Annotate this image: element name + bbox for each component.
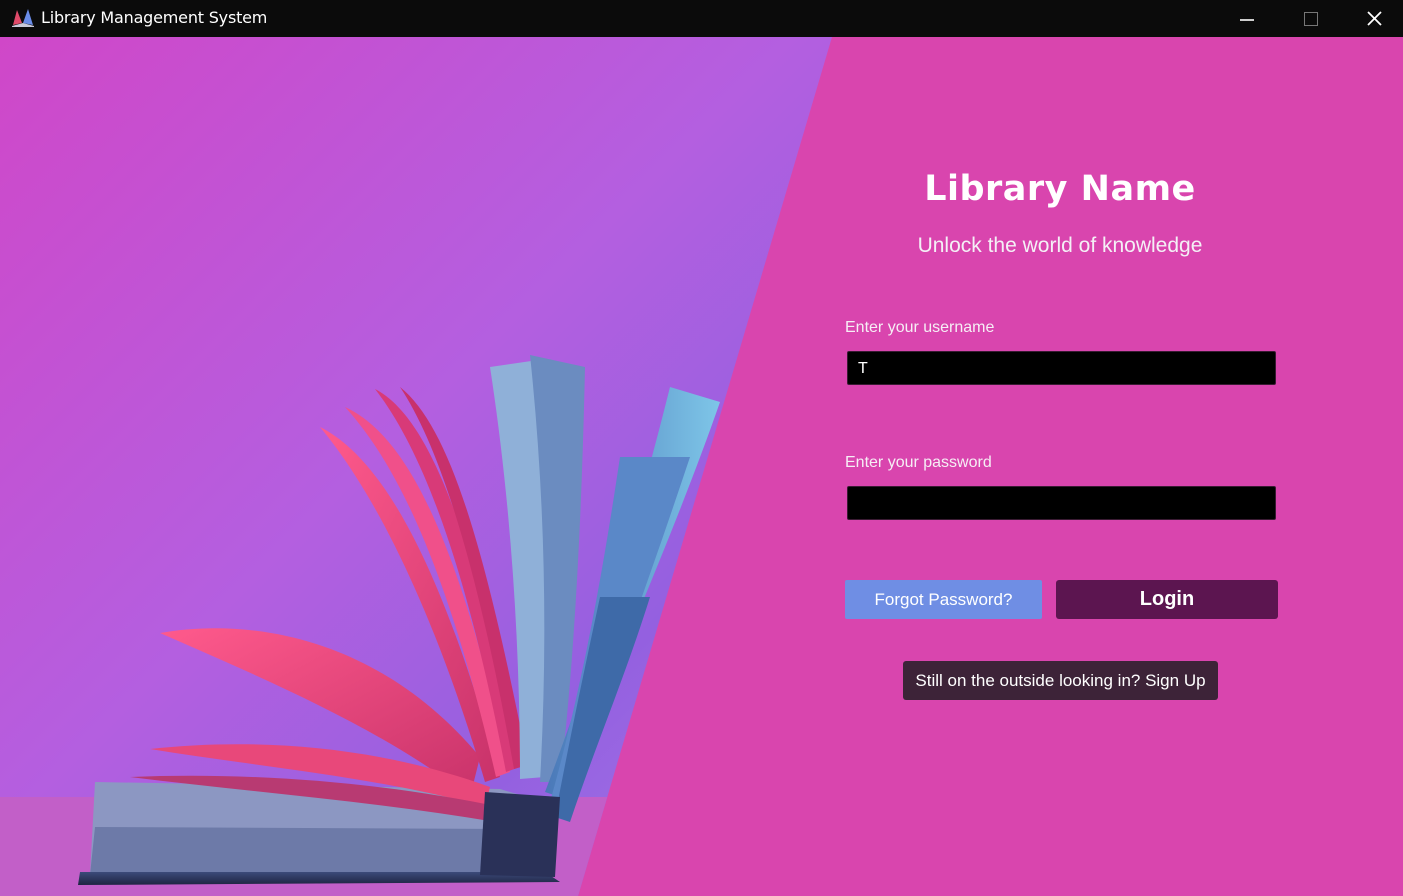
minimize-icon xyxy=(1240,18,1254,21)
close-button[interactable] xyxy=(1344,0,1403,37)
tagline: Unlock the world of knowledge xyxy=(917,234,1203,257)
sign-up-button[interactable]: Still on the outside looking in? Sign Up xyxy=(903,661,1218,700)
close-icon xyxy=(1366,11,1382,26)
library-name: Library Name xyxy=(924,169,1196,209)
password-input[interactable] xyxy=(847,486,1276,520)
minimize-button[interactable] xyxy=(1217,0,1277,37)
window-title: Library Management System xyxy=(41,8,268,27)
password-label: Enter your password xyxy=(845,454,992,471)
content-area: Library Name Unlock the world of knowled… xyxy=(0,37,1403,896)
title-bar[interactable]: Library Management System xyxy=(0,0,1403,37)
book-icon xyxy=(12,9,34,27)
forgot-password-button[interactable]: Forgot Password? xyxy=(845,580,1042,619)
login-panel: Library Name Unlock the world of knowled… xyxy=(0,37,1403,896)
username-input[interactable]: T xyxy=(847,351,1276,385)
username-label: Enter your username xyxy=(845,319,995,336)
maximize-button[interactable] xyxy=(1281,0,1341,37)
app-window: Library Management System Library Name U… xyxy=(0,0,1403,896)
login-button[interactable]: Login xyxy=(1056,580,1278,619)
maximize-icon xyxy=(1304,11,1318,26)
